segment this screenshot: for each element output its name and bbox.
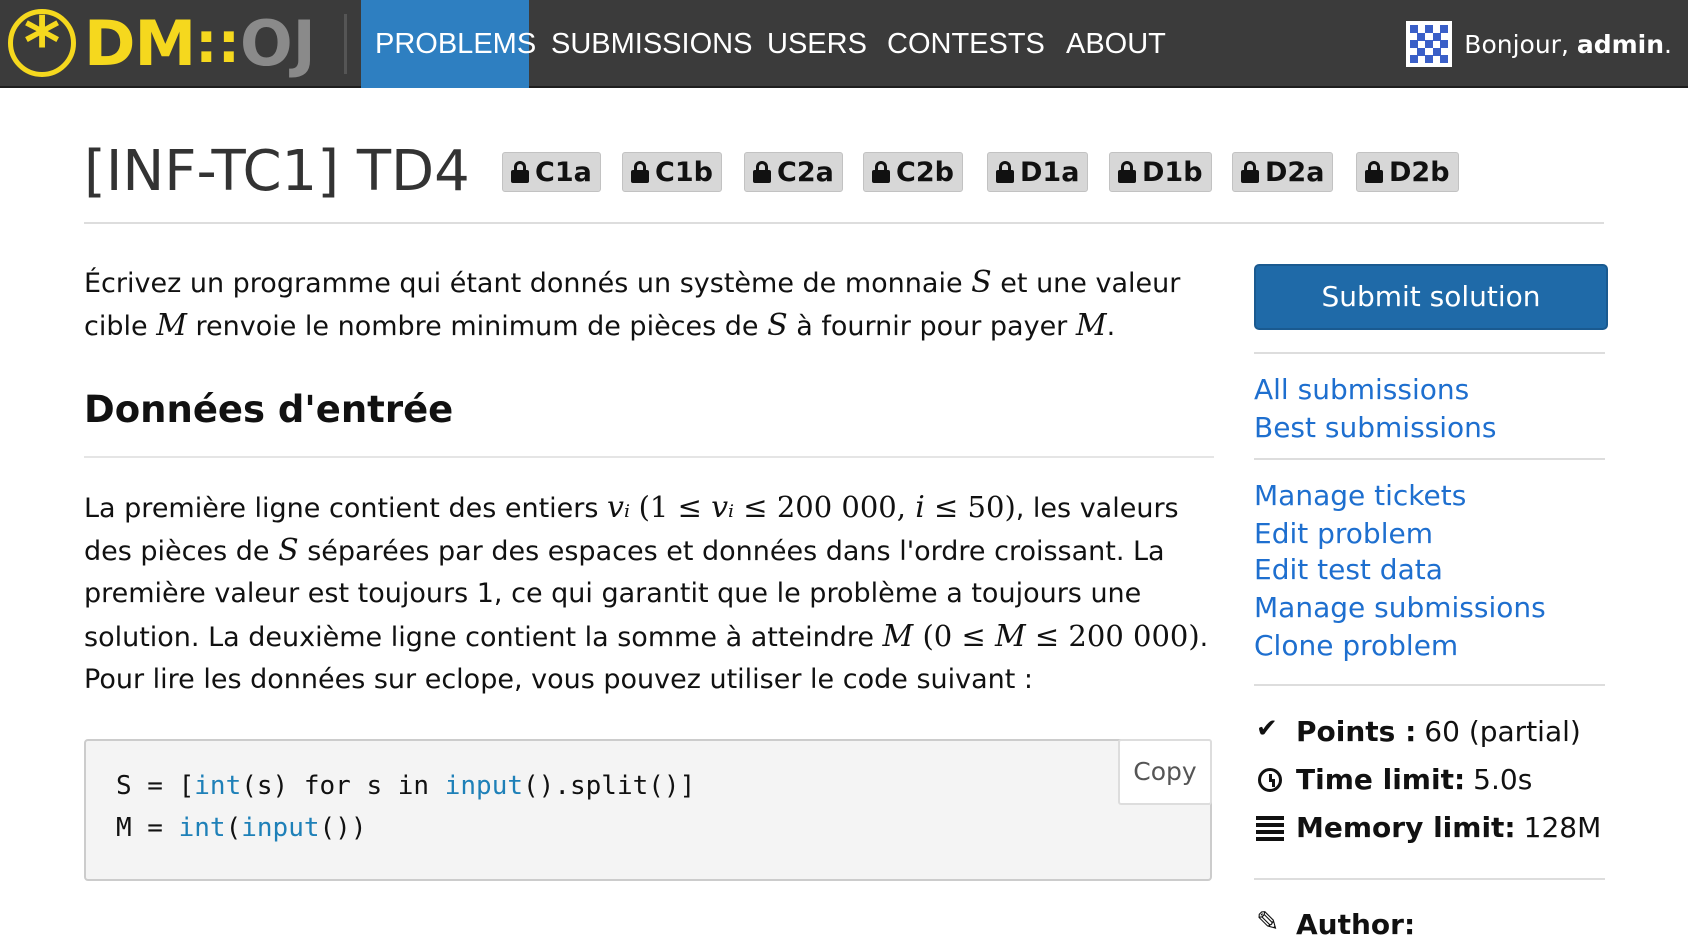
time-limit-value: 5.0s — [1473, 763, 1533, 796]
user-greeting-suffix: . — [1664, 29, 1672, 59]
logo-oj-text: OJ — [239, 6, 316, 80]
lock-icon — [996, 161, 1014, 183]
server-icon — [1256, 815, 1284, 840]
lock-icon — [872, 161, 890, 183]
site-logo[interactable]: * DM :: OJ — [8, 5, 316, 81]
author-label: Author: — [1296, 908, 1416, 941]
points-info: Points : 60 (partial) — [1256, 714, 1581, 749]
nav-submissions[interactable]: SUBMISSIONS — [551, 0, 752, 88]
badge-label: D2a — [1265, 156, 1325, 188]
contest-badge[interactable]: C1a — [502, 152, 601, 192]
all-submissions-link[interactable]: All submissions — [1254, 371, 1469, 409]
user-name: admin — [1576, 29, 1665, 59]
contest-badge[interactable]: D1a — [987, 152, 1089, 192]
lock-icon — [1118, 161, 1136, 183]
badge-label: D1a — [1020, 156, 1080, 188]
memory-limit-info: Memory limit: 128M — [1256, 811, 1601, 844]
lock-icon — [631, 161, 649, 183]
best-submissions-link[interactable]: Best submissions — [1254, 409, 1496, 447]
sidebar-divider — [1254, 878, 1605, 880]
check-icon — [1256, 714, 1284, 746]
points-label: Points : — [1296, 715, 1417, 748]
badge-label: C1b — [655, 156, 713, 188]
author-info: Author: — [1256, 905, 1423, 942]
contest-badge[interactable]: C2a — [744, 152, 843, 192]
sidebar-divider — [1254, 684, 1605, 686]
time-limit-info: Time limit: 5.0s — [1256, 763, 1532, 796]
lock-icon — [753, 161, 771, 183]
submit-solution-button[interactable]: Submit solution — [1254, 264, 1608, 330]
logo-star-icon: * — [8, 8, 76, 78]
nav-problems[interactable]: PROBLEMS — [361, 0, 536, 88]
nav-about[interactable]: ABOUT — [1066, 0, 1166, 88]
sidebar-divider — [1254, 458, 1605, 460]
lock-icon — [1365, 161, 1383, 183]
contest-badge[interactable]: C1b — [622, 152, 722, 192]
edit-test-data-link[interactable]: Edit test data — [1254, 551, 1443, 589]
top-navbar: * DM :: OJ PROBLEMS SUBMISSIONS USERS CO… — [0, 0, 1688, 88]
points-value: 60 (partial) — [1424, 715, 1581, 748]
lock-icon — [1241, 161, 1259, 183]
badge-label: C1a — [535, 156, 592, 188]
edit-problem-link[interactable]: Edit problem — [1254, 515, 1433, 553]
navbar-divider — [344, 14, 347, 74]
badge-label: C2a — [777, 156, 834, 188]
contest-badge[interactable]: D2b — [1356, 152, 1459, 192]
code-line: M = int(input()) — [116, 813, 367, 843]
avatar — [1406, 21, 1453, 67]
clone-problem-link[interactable]: Clone problem — [1254, 627, 1458, 665]
user-menu[interactable]: Bonjour, admin . — [1406, 20, 1672, 68]
time-limit-label: Time limit: — [1296, 763, 1466, 796]
contest-badge[interactable]: D2a — [1232, 152, 1334, 192]
contest-badge[interactable]: C2b — [863, 152, 963, 192]
badge-label: C2b — [896, 156, 954, 188]
page-title: [INF-TC1] TD4 — [84, 139, 470, 204]
problem-statement: Écrivez un programme qui étant donnés un… — [84, 262, 1214, 348]
user-greeting: Bonjour, — [1464, 29, 1577, 59]
memory-limit-label: Memory limit: — [1296, 811, 1516, 844]
code-line: S = [int(s) for s in input().split()] — [116, 771, 696, 801]
sidebar-divider — [1254, 352, 1605, 354]
manage-submissions-link[interactable]: Manage submissions — [1254, 589, 1546, 627]
nav-users[interactable]: USERS — [767, 0, 867, 88]
contest-badge[interactable]: D1b — [1109, 152, 1212, 192]
section-heading-input: Données d'entrée — [84, 388, 1214, 458]
manage-tickets-link[interactable]: Manage tickets — [1254, 477, 1466, 515]
edit-icon — [1256, 905, 1284, 939]
logo-separator: :: — [195, 10, 240, 76]
problem-header: [INF-TC1] TD4 C1a C1b C2a C2b D1a D1b D2… — [84, 138, 1604, 224]
nav-contests[interactable]: CONTESTS — [887, 0, 1045, 88]
code-block: Copy S = [int(s) for s in input().split(… — [84, 739, 1212, 881]
copy-button[interactable]: Copy — [1118, 739, 1212, 805]
input-description: La première ligne contient des entiers v… — [84, 490, 1209, 695]
lock-icon — [511, 161, 529, 183]
logo-dm-text: DM — [84, 6, 196, 80]
badge-label: D2b — [1389, 156, 1450, 188]
clock-icon — [1258, 767, 1282, 792]
statement-intro: Écrivez un programme qui étant donnés un… — [84, 265, 1181, 343]
badge-label: D1b — [1142, 156, 1203, 188]
memory-limit-value: 128M — [1523, 811, 1602, 844]
